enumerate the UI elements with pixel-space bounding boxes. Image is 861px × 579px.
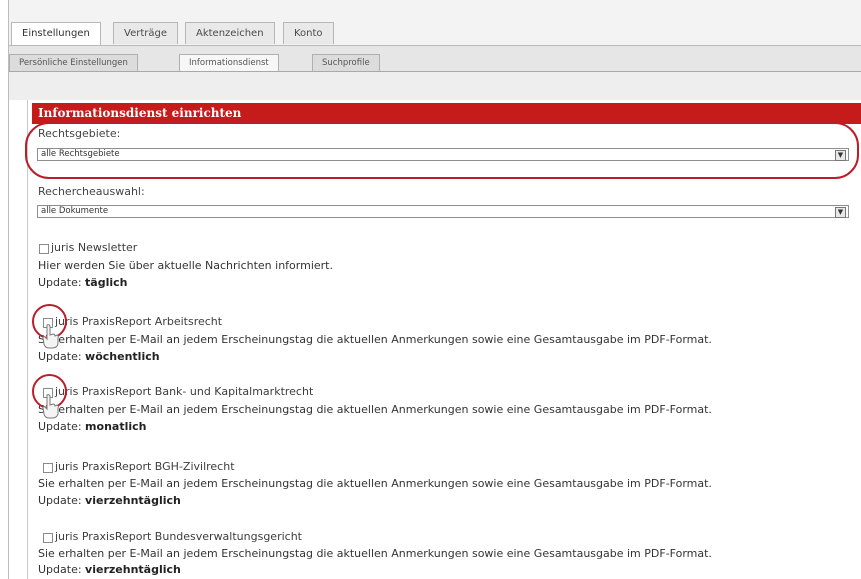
subtab-informationsdienst[interactable]: Informationsdienst bbox=[179, 54, 279, 71]
checkbox-juris-newsletter[interactable] bbox=[39, 244, 49, 254]
content-top-band bbox=[9, 72, 861, 100]
item-title: juris Newsletter bbox=[51, 241, 138, 254]
item-update: Update: vierzehntäglich bbox=[38, 563, 181, 576]
item-description: Hier werden Sie über aktuelle Nachrichte… bbox=[38, 259, 333, 272]
rechercheauswahl-select[interactable]: alle Dokumente ▼ bbox=[37, 205, 849, 218]
rechercheauswahl-value: alle Dokumente bbox=[41, 206, 109, 216]
checkbox-praxisreport-bgh-zivilrecht[interactable] bbox=[43, 463, 53, 473]
main-tab-bar: Einstellungen Verträge Aktenzeichen Kont… bbox=[9, 0, 861, 46]
item-title: juris PraxisReport BGH-Zivilrecht bbox=[55, 460, 235, 473]
subtab-suchprofile[interactable]: Suchprofile bbox=[312, 54, 380, 71]
item-description: Sie erhalten per E-Mail an jedem Erschei… bbox=[38, 333, 712, 346]
item-title: juris PraxisReport Arbeitsrecht bbox=[55, 315, 223, 328]
item-description: Sie erhalten per E-Mail an jedem Erschei… bbox=[38, 403, 712, 416]
item-title: juris PraxisReport Bank- und Kapitalmark… bbox=[55, 385, 314, 398]
item-update: Update: wöchentlich bbox=[38, 350, 160, 363]
dropdown-arrow-icon[interactable]: ▼ bbox=[835, 207, 846, 218]
item-description: Sie erhalten per E-Mail an jedem Erschei… bbox=[38, 547, 712, 560]
item-update: Update: monatlich bbox=[38, 420, 147, 433]
tab-konto[interactable]: Konto bbox=[283, 22, 334, 44]
tab-aktenzeichen[interactable]: Aktenzeichen bbox=[185, 22, 275, 44]
item-title: juris PraxisReport Bundesverwaltungsgeri… bbox=[55, 530, 302, 543]
pointer-hand-icon bbox=[42, 394, 59, 419]
highlight-annotation bbox=[25, 122, 859, 179]
tab-einstellungen[interactable]: Einstellungen bbox=[11, 22, 101, 45]
item-description: Sie erhalten per E-Mail an jedem Erschei… bbox=[38, 477, 712, 490]
tab-vertraege[interactable]: Verträge bbox=[113, 22, 178, 44]
panel-title: Informationsdienst einrichten bbox=[32, 103, 861, 124]
checkbox-praxisreport-bundesverwaltungsgericht[interactable] bbox=[43, 533, 53, 543]
item-update: Update: vierzehntäglich bbox=[38, 494, 181, 507]
subtab-persoenliche-einstellungen[interactable]: Persönliche Einstellungen bbox=[9, 54, 138, 71]
item-update: Update: täglich bbox=[38, 276, 128, 289]
sub-tab-bar: Persönliche Einstellungen Informationsdi… bbox=[9, 46, 861, 72]
rechercheauswahl-label: Rechercheauswahl: bbox=[38, 185, 145, 198]
pointer-hand-icon bbox=[42, 324, 59, 349]
